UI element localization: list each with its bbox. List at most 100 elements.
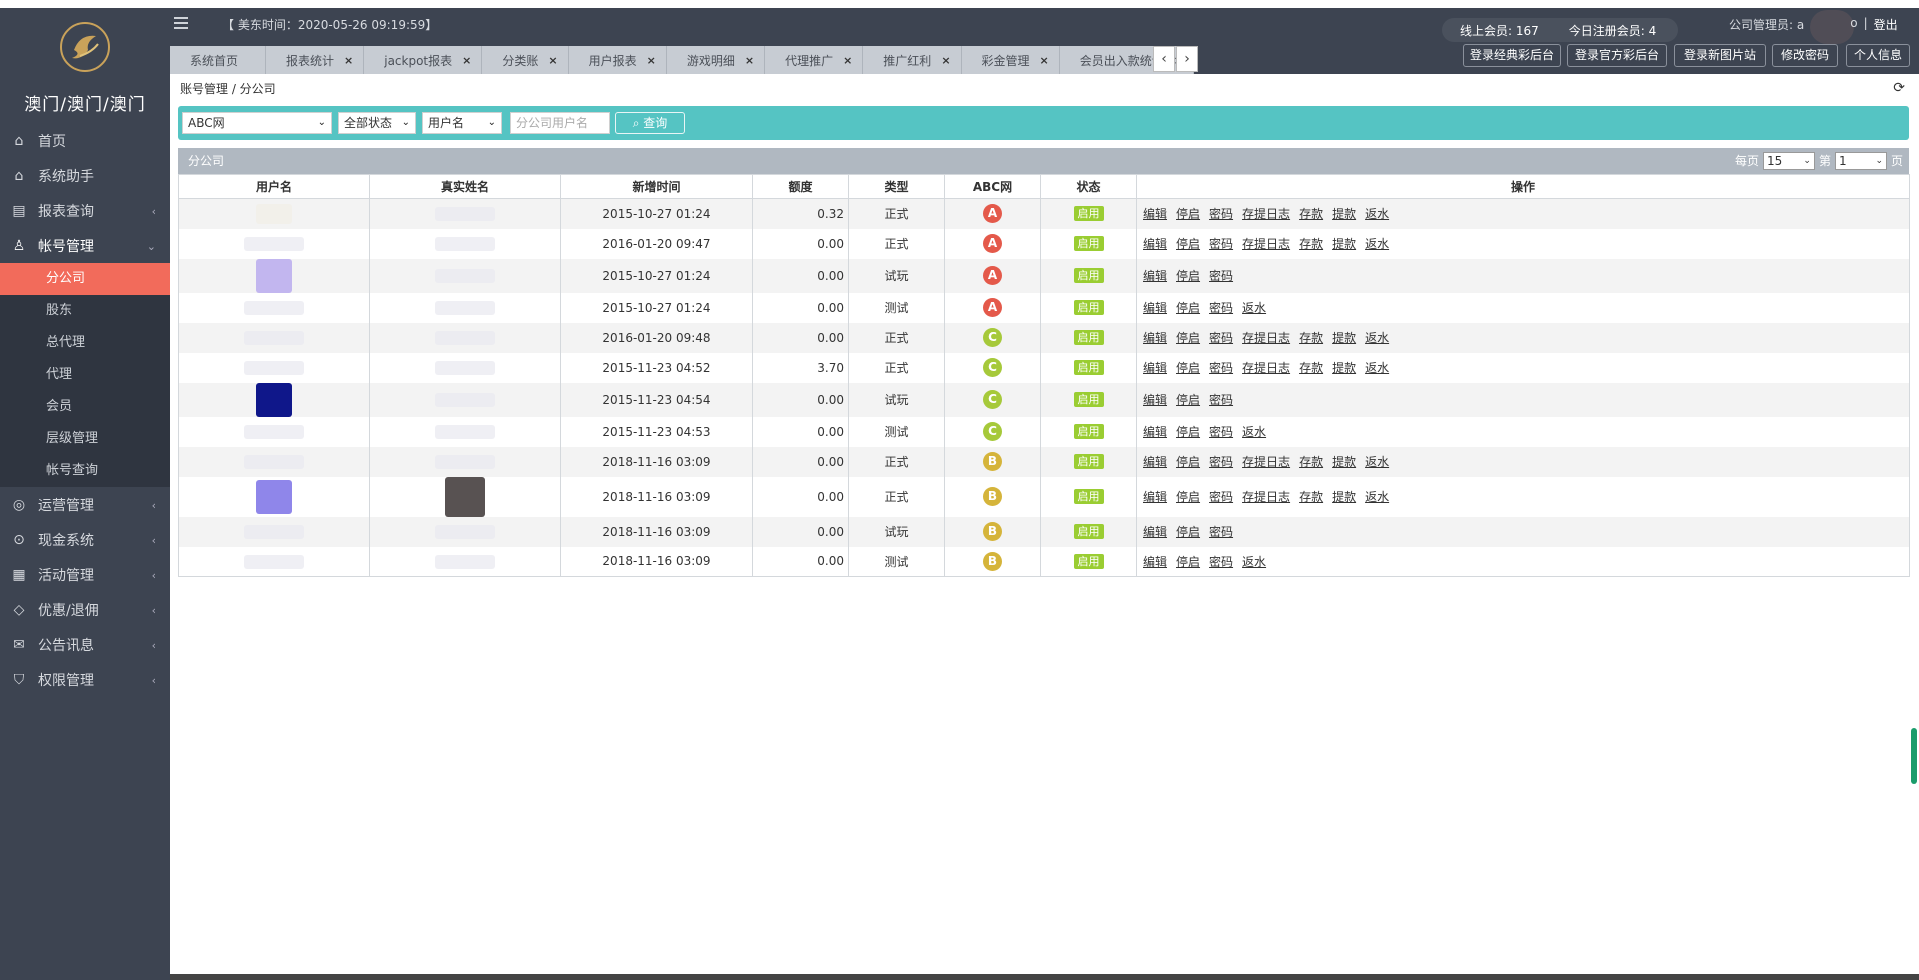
action-link[interactable]: 密码	[1209, 361, 1233, 375]
tab-0[interactable]: 系统首页	[170, 46, 266, 74]
profile-button[interactable]: 个人信息	[1846, 44, 1910, 67]
username-cell[interactable]	[178, 352, 370, 383]
sidebar-item2-0[interactable]: ◎ 运营管理 ‹	[0, 487, 170, 522]
username-cell[interactable]	[178, 292, 370, 323]
status-badge[interactable]: 启用	[1073, 424, 1104, 439]
status-select[interactable]: 全部状态 ⌄	[338, 112, 416, 134]
action-link[interactable]: 密码	[1209, 490, 1233, 504]
action-link[interactable]: 密码	[1209, 237, 1233, 251]
status-badge[interactable]: 启用	[1073, 330, 1104, 345]
page-select[interactable]: 1 ⌄	[1834, 152, 1887, 170]
action-link[interactable]: 存提日志	[1242, 490, 1290, 504]
action-link[interactable]: 返水	[1242, 301, 1266, 315]
action-link[interactable]: 编辑	[1143, 393, 1167, 407]
status-badge[interactable]: 启用	[1073, 268, 1104, 283]
search-button[interactable]: ⌕ 查询	[615, 112, 685, 134]
tab-7[interactable]: 推广红利 ×	[863, 46, 962, 74]
action-link[interactable]: 返水	[1365, 207, 1389, 221]
sidebar-item-1[interactable]: ⌂ 系统助手	[0, 158, 170, 193]
username-cell[interactable]	[178, 446, 370, 477]
sidebar-item2-5[interactable]: ⛉ 权限管理 ‹	[0, 662, 170, 697]
action-link[interactable]: 存提日志	[1242, 361, 1290, 375]
status-badge[interactable]: 启用	[1073, 236, 1104, 251]
action-link[interactable]: 存款	[1299, 331, 1323, 345]
action-link[interactable]: 存提日志	[1242, 331, 1290, 345]
status-badge[interactable]: 启用	[1073, 360, 1104, 375]
status-badge[interactable]: 启用	[1073, 524, 1104, 539]
sidebar-item-2[interactable]: ▤ 报表查询 ‹	[0, 193, 170, 228]
close-icon[interactable]: ×	[548, 54, 557, 67]
action-link[interactable]: 停启	[1176, 555, 1200, 569]
action-link[interactable]: 编辑	[1143, 455, 1167, 469]
action-link[interactable]: 停启	[1176, 269, 1200, 283]
action-link[interactable]: 编辑	[1143, 237, 1167, 251]
sidebar-item2-1[interactable]: ⊙ 现金系统 ‹	[0, 522, 170, 557]
close-icon[interactable]: ×	[344, 54, 353, 67]
action-link[interactable]: 返水	[1365, 455, 1389, 469]
sidebar-subitem-5[interactable]: 层级管理	[0, 423, 170, 455]
action-link[interactable]: 编辑	[1143, 331, 1167, 345]
menu-toggle-icon[interactable]	[174, 17, 188, 29]
action-link[interactable]: 停启	[1176, 237, 1200, 251]
tab-scroll-right-icon[interactable]: ›	[1176, 46, 1198, 72]
action-link[interactable]: 提款	[1332, 490, 1356, 504]
tab-5[interactable]: 游戏明细 ×	[666, 46, 766, 74]
status-badge[interactable]: 启用	[1073, 454, 1104, 469]
search-input[interactable]: 分公司用户名	[510, 112, 610, 134]
status-badge[interactable]: 启用	[1073, 300, 1104, 315]
action-link[interactable]: 停启	[1176, 490, 1200, 504]
action-link[interactable]: 编辑	[1143, 301, 1167, 315]
action-link[interactable]: 返水	[1365, 490, 1389, 504]
tab-8[interactable]: 彩金管理 ×	[961, 46, 1060, 74]
action-link[interactable]: 密码	[1209, 525, 1233, 539]
tab-1[interactable]: 报表统计 ×	[266, 46, 365, 74]
action-link[interactable]: 密码	[1209, 425, 1233, 439]
action-link[interactable]: 编辑	[1143, 425, 1167, 439]
action-link[interactable]: 存款	[1299, 455, 1323, 469]
action-link[interactable]: 密码	[1209, 393, 1233, 407]
close-icon[interactable]: ×	[1040, 54, 1049, 67]
status-badge[interactable]: 启用	[1073, 206, 1104, 222]
action-link[interactable]: 返水	[1365, 331, 1389, 345]
action-link[interactable]: 存提日志	[1242, 207, 1290, 221]
sidebar-item2-3[interactable]: ◇ 优惠/退佣 ‹	[0, 592, 170, 627]
sidebar-subitem-2[interactable]: 总代理	[0, 327, 170, 359]
action-link[interactable]: 存款	[1299, 207, 1323, 221]
action-link[interactable]: 存款	[1299, 237, 1323, 251]
action-link[interactable]: 存款	[1299, 361, 1323, 375]
action-link[interactable]: 提款	[1332, 455, 1356, 469]
sidebar-subitem-1[interactable]: 股东	[0, 295, 170, 327]
action-link[interactable]: 返水	[1242, 425, 1266, 439]
action-link[interactable]: 返水	[1242, 555, 1266, 569]
action-link[interactable]: 编辑	[1143, 490, 1167, 504]
tab-4[interactable]: 用户报表 ×	[568, 46, 667, 74]
action-link[interactable]: 存提日志	[1242, 455, 1290, 469]
action-link[interactable]: 编辑	[1143, 525, 1167, 539]
username-cell[interactable]	[178, 516, 370, 547]
action-link[interactable]: 密码	[1209, 331, 1233, 345]
status-badge[interactable]: 启用	[1073, 553, 1104, 569]
status-badge[interactable]: 启用	[1073, 392, 1104, 407]
close-icon[interactable]: ×	[647, 54, 656, 67]
username-cell[interactable]	[178, 322, 370, 353]
action-link[interactable]: 提款	[1332, 361, 1356, 375]
field-select[interactable]: 用户名 ⌄	[422, 112, 502, 134]
username-cell[interactable]	[178, 198, 370, 229]
sidebar-item-0[interactable]: ⌂ 首页	[0, 123, 170, 158]
username-cell[interactable]	[178, 382, 370, 417]
username-cell[interactable]	[178, 476, 370, 517]
action-link[interactable]: 提款	[1332, 207, 1356, 221]
action-link[interactable]: 停启	[1176, 393, 1200, 407]
action-link[interactable]: 编辑	[1143, 207, 1167, 221]
login-new-image-site-button[interactable]: 登录新图片站	[1674, 44, 1766, 67]
change-password-button[interactable]: 修改密码	[1772, 44, 1838, 67]
sidebar-subitem-0[interactable]: 分公司	[0, 263, 170, 295]
action-link[interactable]: 密码	[1209, 455, 1233, 469]
sidebar-item2-4[interactable]: ✉ 公告讯息 ‹	[0, 627, 170, 662]
action-link[interactable]: 停启	[1176, 525, 1200, 539]
logout-link[interactable]: 登出	[1874, 16, 1898, 33]
close-icon[interactable]: ×	[462, 54, 471, 67]
site-select[interactable]: ABC网 ⌄	[182, 112, 332, 134]
action-link[interactable]: 返水	[1365, 361, 1389, 375]
action-link[interactable]: 停启	[1176, 207, 1200, 221]
